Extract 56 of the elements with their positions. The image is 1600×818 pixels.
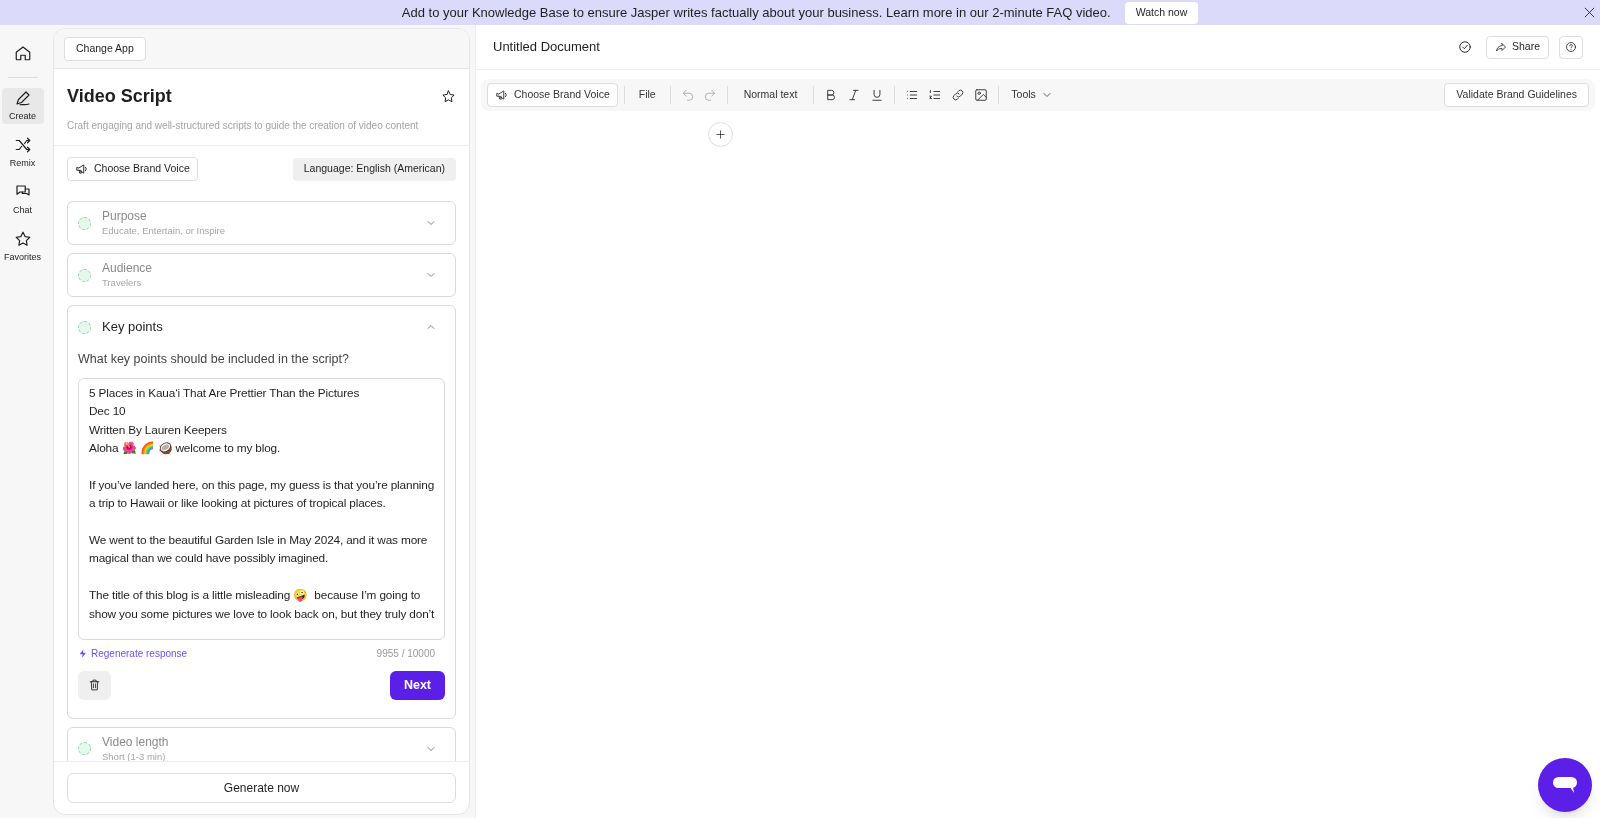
section-title: Audience [102, 261, 153, 276]
star-icon [13, 229, 32, 248]
accordion-card[interactable]: Video length Short (1-3 min) [67, 726, 456, 761]
banner-message: Add to your Knowledge Base to ensure Jasper writes factually about your business. Learn more in our 2-minute FAQ video. [401, 3, 1111, 22]
language-button[interactable]: Language: English (American) [292, 157, 456, 181]
trash-icon [88, 678, 101, 693]
delete-button[interactable] [78, 670, 111, 700]
brand-voice-button[interactable]: Choose Brand Voice [487, 83, 618, 107]
shuffle-icon [13, 135, 32, 154]
section-title: Video length [102, 734, 169, 750]
section-value: Travelers [102, 276, 143, 289]
watch-now-button[interactable]: Watch now [1124, 1, 1199, 24]
character-counter: 9955 / 10000 [376, 646, 435, 661]
generate-now-button[interactable]: Generate now [67, 773, 456, 803]
tools-dropdown[interactable]: Tools [1005, 87, 1059, 103]
file-menu[interactable]: File [630, 87, 664, 103]
home-icon [13, 44, 32, 62]
underline-icon[interactable] [870, 88, 885, 102]
section-value: Short (1-3 min) [102, 749, 167, 761]
numbered-list-icon[interactable] [928, 88, 943, 102]
share-button[interactable]: Share [1485, 35, 1549, 59]
bullet-list-icon[interactable] [905, 88, 920, 102]
megaphone-icon [75, 162, 89, 176]
change-app-button[interactable]: Change App [64, 36, 146, 61]
app-title: Video Script [67, 85, 172, 108]
nav-item[interactable]: Chat [1, 182, 44, 218]
regenerate-link[interactable]: Regenerate response [78, 645, 188, 661]
validate-guidelines-button[interactable]: Validate Brand Guidelines [1444, 83, 1589, 107]
text-style-dropdown[interactable]: Normal text [733, 87, 808, 103]
link-icon[interactable] [951, 88, 966, 102]
question-label: What key points should be included in the script? [78, 351, 350, 368]
accordion-card[interactable]: Audience Travelers [67, 253, 456, 297]
nav-item[interactable]: Favorites [1, 229, 44, 265]
nav-item[interactable]: Create [1, 88, 44, 124]
close-icon[interactable] [1583, 6, 1596, 19]
section-title[interactable]: Key points [102, 317, 163, 337]
check-circle-icon[interactable] [1457, 40, 1472, 54]
accordion-card[interactable]: Purpose Educate, Entertain, or Inspire [67, 201, 456, 245]
answer-field[interactable]: 5 Places in Kaua‘i That Are Prettier Than the Pictures Dec 10 Written By Lauren Keepers Aloha 🌺 🌈 🥥 welcome to my blog. If you’ve landed here, on this page, my guess is that you’re planning a trip to Hawaii or like looking at pictures of tropical places. We went to the beautiful Garden Isle in May 2024, and it was more magical than we could have possibly imagined. The title of this blog is a little misleading 🤪 because I’m going to show you some pictures we love to look back on, but they truly don’t [78, 377, 445, 640]
next-button[interactable]: Next [389, 670, 445, 700]
image-icon[interactable] [974, 88, 989, 102]
section-value: Educate, Entertain, or Inspire [102, 224, 226, 237]
help-icon [1565, 41, 1577, 53]
share-arrow-icon [1494, 41, 1507, 53]
italic-icon[interactable] [847, 88, 862, 102]
nav-item[interactable]: Remix [1, 135, 44, 171]
help-button[interactable] [1559, 35, 1583, 59]
chat-launcher-button[interactable] [1538, 758, 1592, 812]
megaphone-icon [495, 88, 509, 102]
section-title: Purpose [102, 209, 148, 224]
plus-icon [715, 129, 726, 140]
star-icon[interactable] [441, 89, 456, 104]
add-block-button[interactable] [708, 122, 733, 147]
brand-voice-button[interactable]: Choose Brand Voice [67, 157, 198, 181]
document-title[interactable]: Untitled Document [493, 37, 600, 57]
app-description: Craft engaging and well-structured scripts to guide the creation of video content [67, 119, 420, 133]
